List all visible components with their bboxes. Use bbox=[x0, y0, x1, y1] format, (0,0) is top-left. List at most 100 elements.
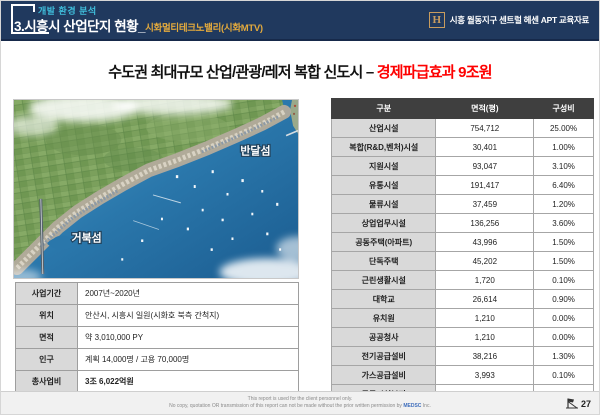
area-cell: 136,256 bbox=[436, 214, 534, 233]
ratio-cell: 6.40% bbox=[534, 176, 594, 195]
category-cell: 유통시설 bbox=[332, 176, 436, 195]
area-cell: 37,459 bbox=[436, 195, 534, 214]
table-row: 인구 계획 14,000명 / 고용 70,000명 bbox=[16, 349, 299, 371]
category-cell: 가스공급설비 bbox=[332, 366, 436, 385]
title-bracket bbox=[11, 4, 13, 33]
info-value: 계획 14,000명 / 고용 70,000명 bbox=[78, 349, 299, 371]
slide-title-sub: 시화멀티테크노밸리(시화MTV) bbox=[145, 23, 263, 34]
brand-block: H 시흥 월동지구 센트럴 헤센 APT 교육자료 bbox=[429, 12, 589, 28]
page-number: 27 bbox=[581, 399, 591, 409]
map-label-geobukseom: 거북섬 bbox=[72, 230, 102, 244]
slide-header: 개발 환경 분석 3.시흥시 산업단지 현황_시화멀티테크노밸리(시화MTV) … bbox=[1, 1, 599, 41]
info-label: 면적 bbox=[16, 327, 78, 349]
table-row: 총사업비 3조 6,022억원 bbox=[16, 371, 299, 393]
category-cell: 상업업무시설 bbox=[332, 214, 436, 233]
slide-title: 3.시흥시 산업단지 현황_시화멀티테크노밸리(시화MTV) bbox=[14, 15, 263, 36]
footer-line2: No copy, quotation OR transmission of th… bbox=[1, 403, 599, 410]
area-cell: 26,614 bbox=[436, 290, 534, 309]
footer-brand: MEDSC bbox=[403, 403, 421, 409]
footer-disclaimer: This report is used for the client perso… bbox=[1, 396, 599, 410]
headline-highlight: 경제파급효과 9조원 bbox=[377, 64, 492, 81]
title-bracket bbox=[33, 4, 35, 12]
ratio-cell: 25.00% bbox=[534, 119, 594, 138]
ratio-cell: 0.10% bbox=[534, 271, 594, 290]
area-cell: 45,202 bbox=[436, 252, 534, 271]
info-label: 인구 bbox=[16, 349, 78, 371]
category-cell: 유치원 bbox=[332, 309, 436, 328]
table-row: 공공청사1,2100.00% bbox=[332, 328, 594, 347]
ratio-cell: 1.30% bbox=[534, 347, 594, 366]
info-value: 약 3,010,000 PY bbox=[78, 327, 299, 349]
category-cell: 복합(R&D,벤처)시설 bbox=[332, 138, 436, 157]
table-row: 근린생활시설1,7200.10% bbox=[332, 271, 594, 290]
column-header: 구성비 bbox=[534, 99, 594, 119]
table-row: 위치 안산시, 시흥시 일원(시화호 북측 간척지) bbox=[16, 305, 299, 327]
area-cell: 1,720 bbox=[436, 271, 534, 290]
table-row: 유치원1,2100.00% bbox=[332, 309, 594, 328]
info-value: 2007년~2020년 bbox=[78, 283, 299, 305]
area-cell: 1,210 bbox=[436, 328, 534, 347]
table-row: 산업시설754,71225.00% bbox=[332, 119, 594, 138]
info-value: 안산시, 시흥시 일원(시화호 북측 간척지) bbox=[78, 305, 299, 327]
presentation-slide: 개발 환경 분석 3.시흥시 산업단지 현황_시화멀티테크노밸리(시화MTV) … bbox=[0, 0, 600, 415]
column-header: 면적(평) bbox=[436, 99, 534, 119]
ratio-cell: 3.60% bbox=[534, 214, 594, 233]
area-cell: 30,401 bbox=[436, 138, 534, 157]
aerial-map-image: 반달섬 거북섬 bbox=[13, 99, 299, 279]
ratio-cell: 1.50% bbox=[534, 252, 594, 271]
area-cell: 1,210 bbox=[436, 309, 534, 328]
info-label: 총사업비 bbox=[16, 371, 78, 393]
category-cell: 공동주택(아파트) bbox=[332, 233, 436, 252]
table-row: 대학교26,6140.90% bbox=[332, 290, 594, 309]
table-row: 면적 약 3,010,000 PY bbox=[16, 327, 299, 349]
page-number-block: 27 bbox=[565, 397, 591, 409]
area-cell: 93,047 bbox=[436, 157, 534, 176]
info-value: 3조 6,022억원 bbox=[78, 371, 299, 393]
table-row: 지원시설93,0473.10% bbox=[332, 157, 594, 176]
title-bracket bbox=[11, 4, 35, 6]
ratio-cell: 1.20% bbox=[534, 195, 594, 214]
ratio-cell: 0.00% bbox=[534, 328, 594, 347]
slide-footer: This report is used for the client perso… bbox=[1, 391, 599, 415]
info-label: 사업기간 bbox=[16, 283, 78, 305]
table-row: 가스공급설비3,9930.10% bbox=[332, 366, 594, 385]
column-header: 구분 bbox=[332, 99, 436, 119]
category-cell: 전기공급설비 bbox=[332, 347, 436, 366]
area-cell: 38,216 bbox=[436, 347, 534, 366]
category-cell: 공공청사 bbox=[332, 328, 436, 347]
area-cell: 43,996 bbox=[436, 233, 534, 252]
ratio-cell: 1.00% bbox=[534, 138, 594, 157]
ratio-cell: 0.10% bbox=[534, 366, 594, 385]
table-row: 전기공급설비38,2161.30% bbox=[332, 347, 594, 366]
brand-text: 시흥 월동지구 센트럴 헤센 APT 교육자료 bbox=[450, 14, 589, 26]
page-title: 수도권 최대규모 산업/관광/레저 복합 신도시 – 경제파급효과 9조원 bbox=[1, 61, 599, 82]
project-info-table: 사업기간 2007년~2020년 위치 안산시, 시흥시 일원(시화호 북측 간… bbox=[15, 282, 299, 393]
ratio-cell: 1.50% bbox=[534, 233, 594, 252]
table-row: 복합(R&D,벤처)시설30,4011.00% bbox=[332, 138, 594, 157]
area-cell: 191,417 bbox=[436, 176, 534, 195]
footer-line1: This report is used for the client perso… bbox=[1, 396, 599, 403]
map-label-bandalseom: 반달섬 bbox=[240, 143, 270, 157]
headline-main: 수도권 최대규모 산업/관광/레저 복합 신도시 – bbox=[108, 64, 376, 81]
brand-logo-icon: H bbox=[429, 12, 445, 28]
ratio-cell: 3.10% bbox=[534, 157, 594, 176]
category-cell: 단독주택 bbox=[332, 252, 436, 271]
table-row: 물류시설37,4591.20% bbox=[332, 195, 594, 214]
table-header-row: 구분 면적(평) 구성비 bbox=[332, 99, 594, 119]
area-cell: 3,993 bbox=[436, 366, 534, 385]
category-cell: 근린생활시설 bbox=[332, 271, 436, 290]
land-use-table: 구분 면적(평) 구성비 산업시설754,71225.00% 복합(R&D,벤처… bbox=[331, 98, 594, 415]
category-cell: 대학교 bbox=[332, 290, 436, 309]
table-row: 단독주택45,2021.50% bbox=[332, 252, 594, 271]
drafting-flag-icon bbox=[565, 397, 579, 409]
ratio-cell: 0.00% bbox=[534, 309, 594, 328]
category-cell: 물류시설 bbox=[332, 195, 436, 214]
table-row: 상업업무시설136,2563.60% bbox=[332, 214, 594, 233]
table-row: 공동주택(아파트)43,9961.50% bbox=[332, 233, 594, 252]
area-cell: 754,712 bbox=[436, 119, 534, 138]
aerial-map-graphic: 반달섬 거북섬 bbox=[14, 100, 298, 278]
info-label: 위치 bbox=[16, 305, 78, 327]
category-cell: 산업시설 bbox=[332, 119, 436, 138]
table-row: 사업기간 2007년~2020년 bbox=[16, 283, 299, 305]
category-cell: 지원시설 bbox=[332, 157, 436, 176]
